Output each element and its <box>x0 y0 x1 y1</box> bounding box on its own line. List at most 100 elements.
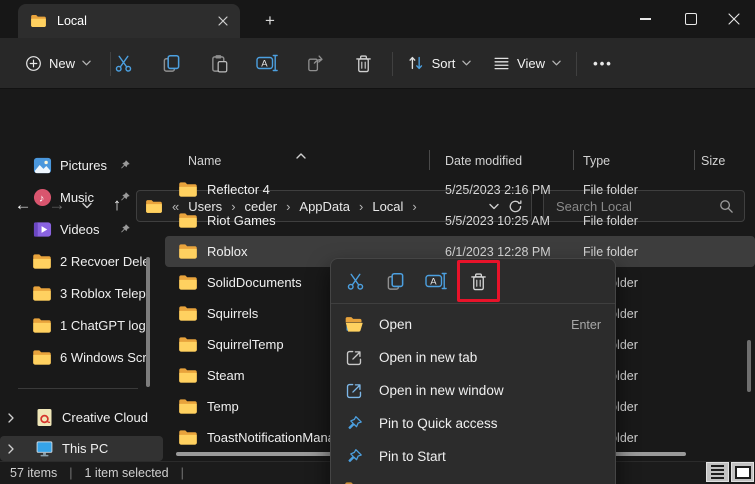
folder-icon <box>32 316 52 336</box>
delete-button[interactable] <box>462 264 495 298</box>
sidebar-item-label: 2 Recvoer Delete <box>60 254 146 269</box>
status-divider: | <box>69 466 72 480</box>
details-view-icon <box>711 465 724 479</box>
minimize-icon <box>640 18 651 19</box>
close-button[interactable] <box>712 0 755 38</box>
file-name: SolidDocuments <box>207 275 302 290</box>
more-options-button[interactable]: ••• <box>584 47 622 79</box>
sidebar-item-videos[interactable]: Videos <box>0 214 163 245</box>
view-button[interactable]: View <box>486 47 568 79</box>
sort-icon <box>407 54 425 72</box>
share-button[interactable] <box>296 47 334 79</box>
new-tab-button[interactable]: + <box>256 8 284 34</box>
status-divider: | <box>181 466 184 480</box>
copy-button[interactable] <box>377 264 414 298</box>
column-headers: Name Date modified Type Size <box>165 147 755 174</box>
vertical-scrollbar[interactable] <box>747 340 751 392</box>
toolbar-separator <box>576 52 577 76</box>
sidebar-item-music[interactable]: ♪ Music <box>0 182 163 213</box>
file-date: 5/5/2023 10:25 AM <box>437 214 578 228</box>
menu-item-label: Open in new tab <box>379 350 586 365</box>
copy-icon <box>386 272 405 291</box>
explorer-tab[interactable]: Local <box>18 4 240 38</box>
sidebar-item-folder[interactable]: 2 Recvoer Delete <box>0 246 163 277</box>
sidebar-item-this-pc[interactable]: This PC <box>0 436 163 461</box>
delete-button[interactable] <box>344 47 382 79</box>
cut-button[interactable] <box>337 264 374 298</box>
maximize-button[interactable] <box>668 0 714 38</box>
chevron-down-icon <box>462 60 471 66</box>
file-name: Temp <box>207 399 239 414</box>
thumbnails-view-button[interactable] <box>731 462 754 482</box>
menu-item-pin-to-quick-access[interactable]: Pin to Quick access <box>331 407 615 440</box>
copy-button[interactable] <box>152 47 190 79</box>
column-header-date-modified[interactable]: Date modified <box>437 147 578 174</box>
file-name: Squirrels <box>207 306 258 321</box>
sort-button[interactable]: Sort <box>400 47 478 79</box>
sidebar-item-label: 3 Roblox Telepo <box>60 286 146 301</box>
file-date: 6/1/2023 12:28 PM <box>437 245 578 259</box>
new-button-label: New <box>49 56 75 71</box>
file-row[interactable]: Reflector 4 5/25/2023 2:16 PM File folde… <box>165 174 755 205</box>
share-icon <box>306 54 325 73</box>
cut-icon <box>346 272 365 291</box>
tab-close-button[interactable] <box>214 12 232 30</box>
context-menu-icon-row <box>331 259 615 304</box>
chevron-right-icon[interactable] <box>0 413 22 423</box>
column-header-type[interactable]: Type <box>578 147 694 174</box>
folder-icon <box>178 243 198 260</box>
column-divider[interactable] <box>573 150 574 170</box>
copy-icon <box>162 54 181 73</box>
file-row[interactable]: Riot Games 5/5/2023 10:25 AM File folder <box>165 205 755 236</box>
more-icon: ••• <box>593 56 613 71</box>
minimize-button[interactable] <box>622 0 668 38</box>
column-header-size[interactable]: Size <box>694 147 755 174</box>
sort-button-label: Sort <box>432 56 456 71</box>
file-date: 5/25/2023 2:16 PM <box>437 183 578 197</box>
paste-button[interactable] <box>200 47 238 79</box>
sidebar: Pictures ♪ Music Videos 2 Recvoer Delete… <box>0 145 165 461</box>
sidebar-item-pictures[interactable]: Pictures <box>0 150 163 181</box>
sidebar-item-label: Creative Cloud F <box>62 410 148 425</box>
folder-icon <box>178 429 198 446</box>
tab-title: Local <box>57 14 214 28</box>
new-button[interactable]: New <box>14 47 102 79</box>
file-name: SquirrelTemp <box>207 337 284 352</box>
music-icon: ♪ <box>32 188 52 208</box>
sidebar-separator <box>18 388 138 389</box>
rename-button[interactable] <box>248 47 286 79</box>
pin-icon <box>344 414 364 434</box>
menu-item-open[interactable]: Open Enter <box>331 308 615 341</box>
sidebar-item-folder[interactable]: 3 Roblox Telepo <box>0 278 163 309</box>
folder-icon <box>178 274 198 291</box>
sidebar-scrollbar[interactable] <box>146 257 150 387</box>
navigation-bar: ← → ↑ « Users › ceder › AppData › Local … <box>0 88 755 145</box>
folder-icon <box>30 14 47 28</box>
delete-icon <box>469 272 488 291</box>
sidebar-item-creative-cloud[interactable]: Creative Cloud F <box>0 402 163 433</box>
title-bar: Local + <box>0 0 755 38</box>
menu-item-partial[interactable] <box>331 473 615 484</box>
chevron-down-icon <box>82 60 91 66</box>
cut-button[interactable] <box>104 47 142 79</box>
file-type: File folder <box>578 183 694 197</box>
menu-item-open-in-new-tab[interactable]: Open in new tab <box>331 341 615 374</box>
column-divider[interactable] <box>429 150 430 170</box>
creative-cloud-icon <box>34 408 54 428</box>
folder-icon <box>178 398 198 415</box>
menu-item-pin-to-start[interactable]: Pin to Start <box>331 440 615 473</box>
rename-button[interactable] <box>417 264 454 298</box>
close-icon <box>218 16 228 26</box>
folder-icon <box>178 305 198 322</box>
sidebar-item-folder[interactable]: 6 Windows Scrip <box>0 342 163 373</box>
chevron-right-icon[interactable] <box>0 444 22 454</box>
rename-icon <box>425 272 447 290</box>
menu-item-open-in-new-window[interactable]: Open in new window <box>331 374 615 407</box>
file-type: File folder <box>578 214 694 228</box>
selection-count: 1 item selected <box>85 466 169 480</box>
column-divider[interactable] <box>694 150 695 170</box>
folder-icon <box>178 336 198 353</box>
view-icon <box>493 55 510 72</box>
details-view-button[interactable] <box>706 462 729 482</box>
sidebar-item-folder[interactable]: 1 ChatGPT login <box>0 310 163 341</box>
